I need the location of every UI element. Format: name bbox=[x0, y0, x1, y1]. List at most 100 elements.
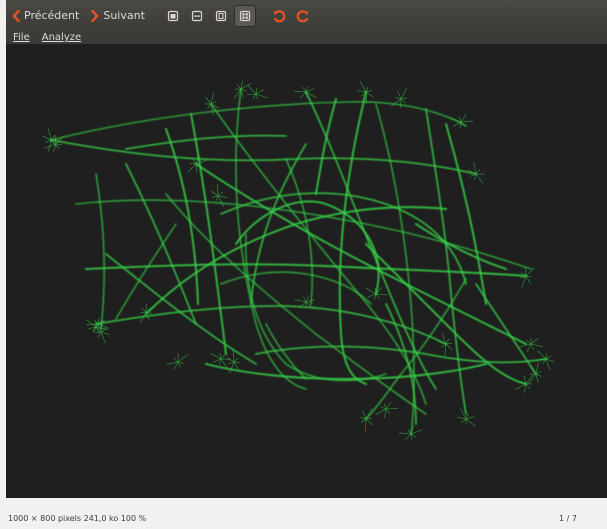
tuft-stroke bbox=[545, 355, 552, 360]
tuft-stroke bbox=[385, 408, 391, 414]
tuft-stroke bbox=[400, 98, 406, 104]
tuft-stroke bbox=[530, 338, 539, 345]
fullscreen-icon bbox=[191, 10, 202, 21]
tuft-stroke bbox=[100, 331, 106, 344]
tuft-stroke bbox=[302, 86, 307, 93]
tuft-stroke bbox=[255, 87, 258, 95]
tuft-stroke bbox=[404, 433, 412, 441]
previous-label: Précédent bbox=[24, 9, 80, 22]
tuft-stroke bbox=[515, 383, 527, 390]
tuft-stroke bbox=[365, 287, 377, 295]
tuft-stroke bbox=[360, 418, 367, 423]
tuft-stroke bbox=[399, 432, 412, 435]
trajectory-line bbox=[284, 157, 314, 306]
tuft-stroke bbox=[530, 343, 543, 348]
page-counter: 1 / 7 bbox=[559, 514, 577, 523]
green-trajectory-lines bbox=[49, 87, 548, 436]
tuft-stroke bbox=[384, 408, 387, 418]
trajectory-line bbox=[338, 90, 368, 386]
next-label: Suivant bbox=[103, 9, 145, 22]
menu-analyze[interactable]: Analyze bbox=[35, 31, 86, 44]
tuft-stroke bbox=[475, 169, 481, 175]
menu-analyze-label: Analyze bbox=[41, 32, 82, 43]
tuft-stroke bbox=[173, 361, 179, 371]
tuft-stroke bbox=[445, 338, 450, 345]
tuft-stroke bbox=[400, 88, 408, 100]
tuft-stroke bbox=[206, 103, 212, 109]
tuft-stroke bbox=[173, 357, 179, 363]
trajectory-line bbox=[189, 112, 228, 356]
tuft-stroke bbox=[217, 195, 225, 207]
trajectory-line bbox=[94, 172, 106, 331]
tuft-stroke bbox=[535, 362, 539, 375]
tuft-stroke bbox=[375, 293, 380, 300]
window-button[interactable] bbox=[162, 5, 184, 27]
tuft-stroke bbox=[217, 191, 223, 197]
previous-button[interactable]: Précédent bbox=[6, 0, 85, 31]
tuft-stroke bbox=[95, 331, 102, 334]
trajectory-line bbox=[165, 128, 199, 305]
tuft-stroke bbox=[255, 93, 268, 99]
tuft-stroke bbox=[465, 418, 476, 427]
tuft-stroke bbox=[375, 293, 388, 296]
fullscreen-button[interactable] bbox=[186, 5, 208, 27]
tuft-stroke bbox=[210, 352, 222, 360]
menu-file-label: File bbox=[13, 32, 30, 43]
tuft-stroke bbox=[54, 135, 57, 145]
tuft-stroke bbox=[385, 401, 392, 410]
tuft-stroke bbox=[210, 92, 215, 105]
tuft-stroke bbox=[410, 433, 417, 438]
tuft-stroke bbox=[166, 361, 179, 365]
tuft-stroke bbox=[247, 93, 257, 96]
menubar: File Analyze bbox=[6, 31, 607, 44]
trajectory-line bbox=[219, 270, 373, 306]
tuft-stroke bbox=[521, 275, 527, 288]
tuft-stroke bbox=[233, 357, 239, 363]
rotate-right-icon bbox=[296, 9, 309, 22]
tuft-stroke bbox=[42, 135, 52, 141]
tuft-stroke bbox=[461, 418, 467, 424]
rotate-left-button[interactable] bbox=[268, 5, 290, 27]
tuft-stroke bbox=[220, 354, 226, 360]
tuft-stroke bbox=[465, 416, 475, 420]
menu-file[interactable]: File bbox=[6, 31, 35, 44]
tuft-stroke bbox=[525, 383, 531, 389]
copy-icon bbox=[215, 10, 226, 21]
tuft-stroke bbox=[385, 407, 399, 410]
trajectory-line bbox=[314, 97, 338, 196]
tuft-stroke bbox=[359, 81, 367, 93]
tuft-stroke bbox=[457, 416, 467, 420]
tuft-stroke bbox=[97, 331, 102, 338]
copy-button[interactable] bbox=[210, 5, 232, 27]
tuft-stroke bbox=[526, 343, 532, 353]
trajectory-line bbox=[124, 133, 288, 151]
tuft-stroke bbox=[55, 143, 63, 146]
tuft-stroke bbox=[460, 120, 473, 123]
trajectory-line bbox=[444, 122, 488, 306]
tuft-stroke bbox=[545, 358, 551, 371]
trajectory-line bbox=[164, 127, 200, 306]
tuft-stroke bbox=[299, 91, 307, 99]
next-button[interactable]: Suivant bbox=[85, 0, 151, 31]
statusbar: 1000 × 800 pixels 241,0 ko 100 % 1 / 7 bbox=[6, 510, 607, 527]
grid-icon bbox=[239, 10, 250, 21]
tuft-stroke bbox=[217, 183, 219, 197]
tuft-stroke bbox=[210, 190, 219, 197]
rotate-right-button[interactable] bbox=[292, 5, 314, 27]
tuft-stroke bbox=[525, 275, 532, 284]
tuft-stroke bbox=[365, 418, 373, 426]
image-canvas[interactable] bbox=[6, 44, 607, 498]
tuft-stroke bbox=[364, 418, 367, 431]
tuft-stroke bbox=[47, 128, 52, 141]
trajectory-line bbox=[104, 252, 258, 366]
trajectory-line bbox=[50, 139, 477, 175]
tuft-stroke bbox=[252, 93, 257, 100]
trajectory-line bbox=[49, 138, 478, 176]
image-viewer-window: Précédent Suivant File Analyze 1000 × 80… bbox=[6, 0, 607, 529]
tuft-stroke bbox=[187, 163, 197, 173]
tuft-stroke bbox=[375, 408, 387, 416]
tuft-stroke bbox=[177, 354, 188, 363]
chevron-left-icon bbox=[12, 9, 20, 22]
tuft-stroke bbox=[293, 90, 307, 93]
grid-button[interactable] bbox=[233, 4, 256, 27]
